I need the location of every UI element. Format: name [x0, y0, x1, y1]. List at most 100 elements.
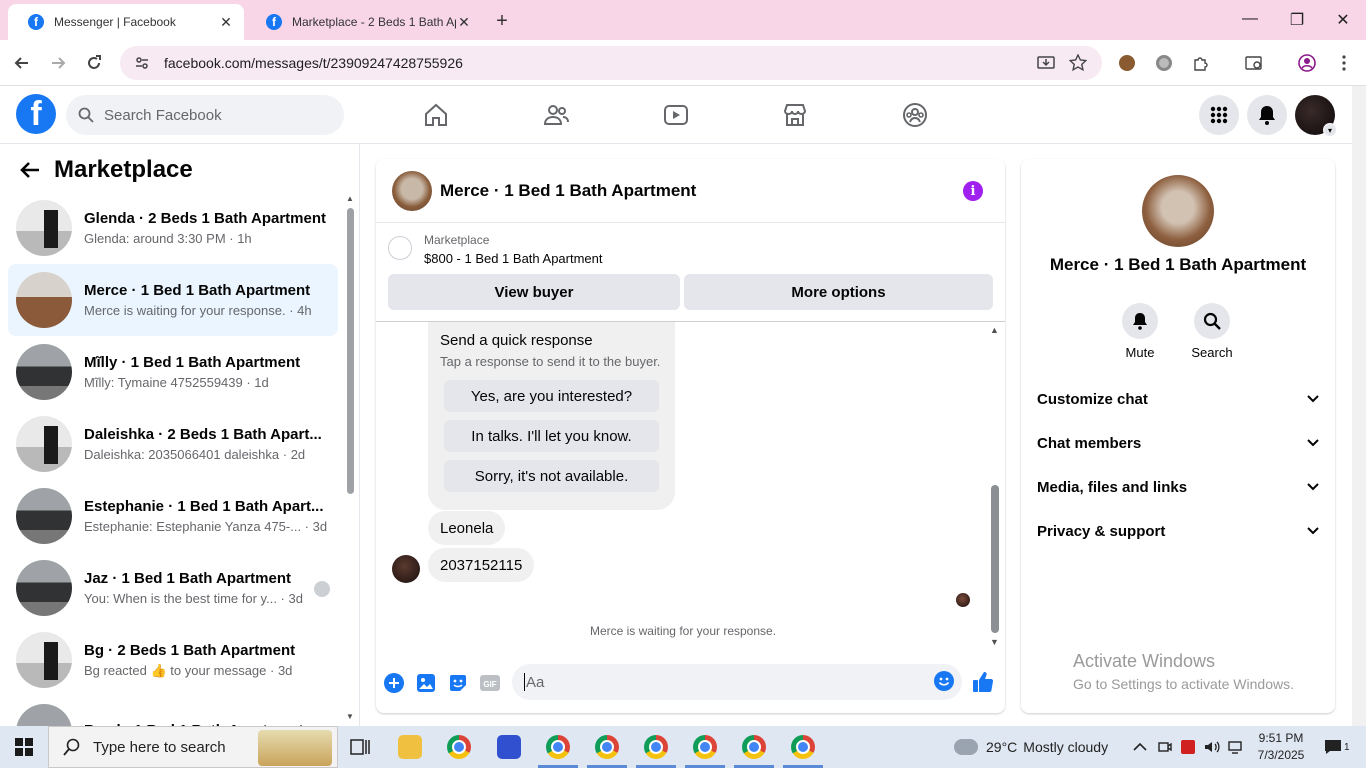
new-tab-button[interactable]: +: [492, 10, 512, 33]
conversation-item[interactable]: Merce · 1 Bed 1 Bath Apartment Merce is w…: [8, 264, 338, 336]
conversation-item[interactable]: Jaz · 1 Bed 1 Bath Apartment You: When is…: [8, 552, 338, 624]
conversation-item[interactable]: Bg · 2 Beds 1 Bath Apartment Bg reacted 👍…: [8, 624, 338, 696]
scroll-thumb[interactable]: [991, 485, 999, 633]
network-icon[interactable]: [1228, 726, 1244, 768]
sidebar-scrollbar[interactable]: ▲ ▼: [344, 194, 356, 722]
chrome-profile-icon[interactable]: [742, 735, 766, 759]
restore-button[interactable]: ❐: [1287, 10, 1307, 30]
conversation-item[interactable]: Daleishka · 2 Beds 1 Bath Apart... Daleis…: [8, 408, 338, 480]
install-app-icon[interactable]: [1036, 53, 1056, 73]
chrome-profile-icon[interactable]: [595, 735, 619, 759]
video-icon[interactable]: [663, 102, 689, 128]
chrome-profile-icon[interactable]: [693, 735, 717, 759]
media-files-links-section[interactable]: Media, files and links: [1037, 465, 1319, 509]
close-window-button[interactable]: ✕: [1333, 10, 1353, 30]
page-scrollbar[interactable]: [1352, 86, 1366, 726]
listing-price[interactable]: $800 - 1 Bed 1 Bath Apartment: [424, 251, 603, 266]
forward-button[interactable]: [47, 52, 69, 74]
more-options-button[interactable]: More options: [684, 274, 993, 310]
details-avatar[interactable]: [1142, 175, 1214, 247]
file-explorer-icon[interactable]: [398, 735, 422, 759]
facebook-search-input[interactable]: Search Facebook: [66, 95, 344, 135]
quick-response-button[interactable]: Sorry, it's not available.: [444, 460, 659, 492]
notifications-button[interactable]: [1247, 95, 1287, 135]
sender-avatar[interactable]: [392, 555, 420, 583]
conversation-item[interactable]: Mĩlly · 1 Bed 1 Bath Apartment Mĩlly: Tym…: [8, 336, 338, 408]
extensions-puzzle-icon[interactable]: [1191, 53, 1211, 73]
details-name: Merce · 1 Bed 1 Bath Apartment: [1049, 255, 1307, 274]
sticker-icon[interactable]: [448, 673, 468, 693]
app-icon[interactable]: [497, 735, 521, 759]
conversation-item[interactable]: Reed · 1 Bed 1 Bath Apartment: [8, 696, 338, 726]
search-chat-button[interactable]: Search: [1182, 303, 1242, 360]
tab-marketplace[interactable]: f Marketplace - 2 Beds 1 Bath Ap ✕: [246, 4, 482, 40]
photo-icon[interactable]: [416, 673, 436, 693]
chrome-profile-icon[interactable]: [791, 735, 815, 759]
privacy-support-section[interactable]: Privacy & support: [1037, 509, 1319, 553]
volume-icon[interactable]: [1204, 726, 1220, 768]
groups-icon[interactable]: [902, 102, 928, 128]
back-arrow-icon[interactable]: [20, 161, 40, 179]
scroll-down-arrow-icon[interactable]: ▼: [346, 712, 354, 721]
mute-button[interactable]: Mute: [1110, 303, 1170, 360]
profile-icon[interactable]: [1297, 53, 1317, 73]
chevron-down-icon: ▾: [1323, 123, 1337, 137]
facebook-logo-icon[interactable]: f: [16, 94, 56, 134]
customize-chat-section[interactable]: Customize chat: [1037, 377, 1319, 421]
chat-avatar[interactable]: [392, 170, 432, 211]
message-bubble[interactable]: Leonela: [428, 511, 506, 545]
cookie-extension-icon[interactable]: [1117, 53, 1137, 73]
notification-center-button[interactable]: 1: [1324, 726, 1350, 768]
info-icon[interactable]: i: [963, 181, 983, 201]
section-label: Media, files and links: [1037, 478, 1188, 496]
minimize-button[interactable]: —: [1240, 10, 1260, 28]
chat-members-section[interactable]: Chat members: [1037, 421, 1319, 465]
back-button[interactable]: [11, 52, 33, 74]
antivirus-icon[interactable]: [1181, 726, 1195, 768]
scroll-up-arrow-icon[interactable]: ▲: [346, 194, 354, 203]
tab-messenger[interactable]: f Messenger | Facebook ✕: [8, 4, 244, 40]
scroll-thumb[interactable]: [347, 208, 354, 494]
close-tab-icon[interactable]: ✕: [456, 14, 472, 31]
chat-scrollbar[interactable]: ▲ ▼: [988, 325, 1002, 651]
search-highlight-image[interactable]: [258, 730, 332, 766]
message-bubble[interactable]: 2037152115: [428, 548, 535, 582]
task-view-icon[interactable]: [348, 735, 372, 759]
show-hidden-icons-button[interactable]: [1133, 726, 1147, 768]
account-avatar[interactable]: ▾: [1295, 95, 1337, 137]
view-buyer-button[interactable]: View buyer: [388, 274, 680, 310]
record-extension-icon[interactable]: [1154, 53, 1174, 73]
reload-button[interactable]: [83, 52, 105, 74]
browser-menu-icon[interactable]: [1334, 53, 1354, 73]
thumbs-up-icon[interactable]: [972, 671, 994, 692]
weather-widget[interactable]: 29°C Mostly cloudy: [954, 726, 1108, 768]
message-thread: Send a quick response Tap a response to …: [376, 322, 1005, 652]
message-input[interactable]: Aa: [512, 664, 962, 700]
emoji-icon[interactable]: [934, 671, 954, 691]
scroll-down-arrow-icon[interactable]: ▼: [990, 637, 999, 647]
home-icon[interactable]: [423, 102, 449, 128]
marketplace-icon[interactable]: [782, 102, 808, 128]
chrome-icon[interactable]: [447, 735, 471, 759]
address-bar[interactable]: facebook.com/messages/t/2390924742875592…: [120, 46, 1102, 80]
chat-title[interactable]: Merce · 1 Bed 1 Bath Apartment: [440, 181, 696, 201]
meet-now-icon[interactable]: [1158, 726, 1172, 768]
scroll-up-arrow-icon[interactable]: ▲: [990, 325, 999, 335]
chrome-profile-icon[interactable]: [644, 735, 668, 759]
bookmark-star-icon[interactable]: [1068, 53, 1088, 73]
system-clock[interactable]: 9:51 PM 7/3/2025: [1246, 730, 1316, 764]
chrome-profile-icon[interactable]: [546, 735, 570, 759]
menu-grid-button[interactable]: [1199, 95, 1239, 135]
close-tab-icon[interactable]: ✕: [218, 14, 234, 31]
listing-radio[interactable]: [388, 236, 412, 260]
conversation-item[interactable]: Glenda · 2 Beds 1 Bath Apartment Glenda: …: [8, 192, 338, 264]
search-icon: [1194, 303, 1230, 339]
quick-response-button[interactable]: Yes, are you interested?: [444, 380, 659, 412]
conversation-item[interactable]: Estephanie · 1 Bed 1 Bath Apart... Esteph…: [8, 480, 338, 552]
friends-icon[interactable]: [543, 102, 569, 128]
plus-circle-icon[interactable]: [384, 673, 404, 693]
windows-start-button[interactable]: [0, 726, 48, 768]
tab-search-icon[interactable]: [1244, 53, 1264, 73]
gif-icon[interactable]: GIF: [480, 673, 500, 693]
quick-response-button[interactable]: In talks. I'll let you know.: [444, 420, 659, 452]
